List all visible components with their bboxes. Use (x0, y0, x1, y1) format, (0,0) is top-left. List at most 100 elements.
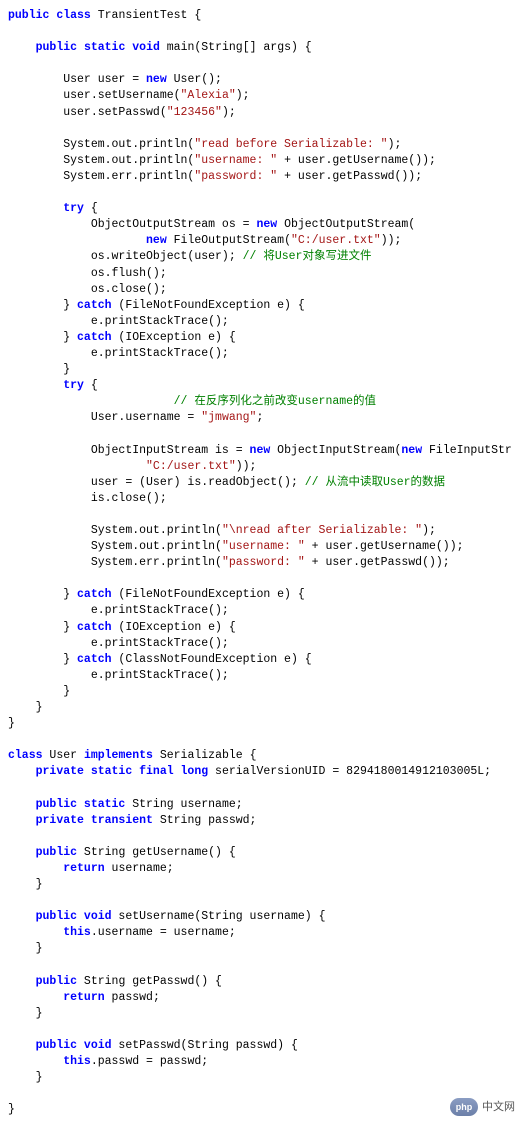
code-line: .passwd = passwd; (91, 1055, 208, 1068)
code-line: is.close(); (8, 492, 167, 505)
code-line: ObjectInputStream is = (8, 444, 250, 457)
keyword: new (146, 234, 167, 247)
php-badge-icon: php (450, 1098, 478, 1116)
code-line: } (8, 878, 43, 891)
comment: // 将User对象写进文件 (243, 250, 372, 263)
code-line: ); (236, 89, 250, 102)
code-line: } (8, 1007, 43, 1020)
keyword: public static (36, 798, 126, 811)
code-line: FileInputStr (422, 444, 512, 457)
code-line: user.setPasswd( (8, 106, 167, 119)
code-line: ; (256, 411, 263, 424)
comment: // 从流中读取User的数据 (305, 476, 445, 489)
code-line: } (8, 717, 15, 730)
code-line: + user.getPasswd()); (305, 556, 450, 569)
code-line: System.out.println( (8, 154, 194, 167)
code-line: } (8, 363, 70, 376)
code-line: + user.getUsername()); (277, 154, 436, 167)
code-line: user.setUsername( (8, 89, 181, 102)
code-line: System.out.println( (8, 138, 194, 151)
code-line (8, 862, 63, 875)
code-line: ObjectOutputStream( (277, 218, 415, 231)
string-literal: "username: " (222, 540, 305, 553)
php-cn-logo: php 中文网 (450, 1098, 515, 1116)
comment: // 在反序列化之前改变username的值 (91, 395, 376, 408)
code-line: } (8, 1071, 43, 1084)
keyword: catch (77, 653, 112, 666)
keyword: public void (36, 1039, 112, 1052)
code-line: ); (388, 138, 402, 151)
code-line: } (8, 685, 70, 698)
code-line (8, 846, 36, 859)
code-line: String getPasswd() { (77, 975, 222, 988)
keyword: implements (84, 749, 153, 762)
class-name: User (43, 749, 84, 762)
code-line: e.printStackTrace(); (8, 637, 229, 650)
keyword: private static final long (36, 765, 209, 778)
method-sig: main(String[] args) { (160, 41, 312, 54)
code-line (8, 991, 63, 1004)
keyword: catch (77, 621, 112, 634)
code-line: System.err.println( (8, 170, 194, 183)
code-line: e.printStackTrace(); (8, 347, 229, 360)
keyword: new (256, 218, 277, 231)
string-literal: "123456" (167, 106, 222, 119)
code-line: )); (236, 460, 257, 473)
code-line (8, 975, 36, 988)
code-line: ObjectOutputStream os = (8, 218, 256, 231)
code-line (8, 1039, 36, 1052)
code-line: setUsername(String username) { (112, 910, 326, 923)
code-line: os.writeObject(user); (8, 250, 243, 263)
string-literal: "\nread after Serializable: " (222, 524, 422, 537)
code-line (8, 910, 36, 923)
code-line: e.printStackTrace(); (8, 669, 229, 682)
keyword: public (8, 9, 49, 22)
keyword: public void (36, 910, 112, 923)
code-line: User.username = (8, 411, 201, 424)
string-literal: "jmwang" (201, 411, 256, 424)
keyword: public (36, 975, 77, 988)
code-line (8, 460, 146, 473)
string-literal: "password: " (194, 170, 277, 183)
code-line: User user = (8, 73, 146, 86)
keyword: new (250, 444, 271, 457)
code-line: FileOutputStream( (167, 234, 291, 247)
code-line: System.err.println( (8, 556, 222, 569)
code-line: System.out.println( (8, 524, 222, 537)
keyword: catch (77, 588, 112, 601)
keyword: try (63, 379, 84, 392)
code-line: )); (381, 234, 402, 247)
keyword: new (401, 444, 422, 457)
code-line: ); (422, 524, 436, 537)
code-line: } (8, 299, 77, 312)
keyword: void (132, 41, 160, 54)
code-line: e.printStackTrace(); (8, 315, 229, 328)
keyword: catch (77, 299, 112, 312)
code-line: } (8, 1103, 15, 1116)
string-literal: "read before Serializable: " (194, 138, 387, 151)
code-line: } (8, 653, 77, 666)
code-line: } (8, 621, 77, 634)
code-line: (IOException e) { (112, 331, 236, 344)
code-line: .username = username; (91, 926, 236, 939)
code-line: setPasswd(String passwd) { (112, 1039, 298, 1052)
keyword: class (8, 749, 43, 762)
code-line (8, 798, 36, 811)
code-line: String username; (125, 798, 242, 811)
code-block: public class TransientTest { public stat… (8, 8, 517, 1118)
keyword: private transient (36, 814, 153, 827)
code-line: } (8, 701, 43, 714)
code-line (8, 765, 36, 778)
code-line: serialVersionUID = 8294180014912103005L; (208, 765, 491, 778)
keyword: class (56, 9, 91, 22)
class-name: TransientTest { (91, 9, 201, 22)
string-literal: "C:/user.txt" (146, 460, 236, 473)
code-line: } (8, 942, 43, 955)
code-line: (IOException e) { (112, 621, 236, 634)
code-line: } (8, 588, 77, 601)
code-line: String getUsername() { (77, 846, 236, 859)
keyword: return (63, 862, 104, 875)
keyword: try (63, 202, 84, 215)
keyword: this (63, 1055, 91, 1068)
code-line: e.printStackTrace(); (8, 604, 229, 617)
